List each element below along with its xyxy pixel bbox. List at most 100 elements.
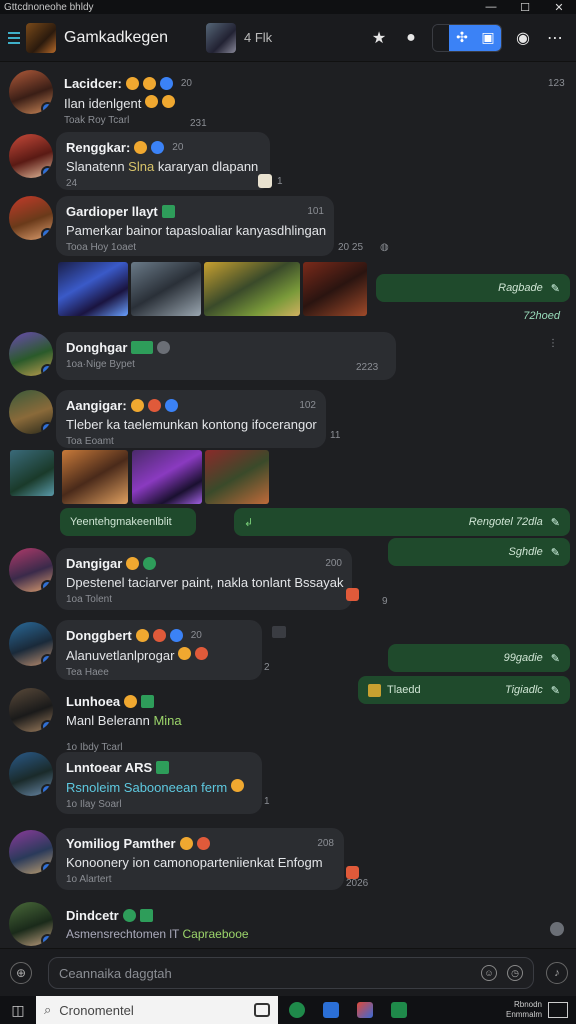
verified-badge [41,934,53,946]
role-icon [139,909,153,922]
minimize-button[interactable]: — [474,1,508,13]
taskbar-clock[interactable]: Rbnodn Enmmalm [506,1000,548,1020]
bell-icon[interactable]: ● [398,25,424,51]
outgoing-message[interactable]: ↲ Rengotel 72dla ✎ [234,508,570,536]
reaction-icon[interactable]: ◍ [380,242,389,253]
message-text: Pamerkar bainor tapasloaliar kanyasdhlin… [66,223,327,238]
author-name[interactable]: Gardioper llayt [66,204,158,219]
edit-icon[interactable]: ✎ [551,684,560,697]
scroll-to-bottom-icon[interactable] [550,922,564,936]
edit-icon[interactable]: ✎ [551,652,560,665]
author-name[interactable]: Donghgar [66,340,127,355]
edit-icon[interactable]: ✎ [551,546,560,559]
sticker-icon[interactable] [346,588,359,601]
outgoing-text: Sghdle [508,546,543,558]
emoji-picker-icon[interactable]: ☺ [481,965,497,981]
mention-icon[interactable]: ✣ [449,24,475,51]
image-icon[interactable] [272,626,286,638]
taskbar-app-editor[interactable] [316,996,346,1024]
sticker-icon[interactable] [258,174,272,188]
notification-icon[interactable] [548,1002,568,1018]
avatar[interactable] [9,830,53,874]
reply-icon[interactable]: ↲ [244,516,253,529]
image-attachment[interactable] [62,450,128,504]
guild-avatar[interactable] [26,22,56,53]
avatar[interactable] [9,688,53,732]
image-attachment[interactable] [303,262,367,316]
emoji-icon [194,647,208,660]
avatar[interactable] [9,902,53,946]
author-name[interactable]: Renggkar: [66,140,130,155]
image-attachment[interactable] [10,450,54,496]
pin-icon[interactable]: ★ [366,25,392,51]
reaction-count: 11 [330,430,341,441]
avatar[interactable] [9,390,53,434]
author-name[interactable]: Yomiliog Pamther [66,836,176,851]
author-name[interactable]: Lacidcer: [64,76,122,91]
more-icon[interactable]: ⋯ [542,25,568,51]
start-icon[interactable]: ◫ [0,996,36,1024]
channel-avatar[interactable] [206,22,236,53]
gif-icon[interactable]: ◷ [507,965,523,981]
author-name[interactable]: Aangigar: [66,398,127,413]
outgoing-tag: Tlaedd [387,684,421,696]
author-name[interactable]: Dangigar [66,556,122,571]
message-input[interactable]: Ceannaika daggtah ☺ ◷ [48,957,534,989]
taskbar-app-photos[interactable] [350,996,380,1024]
verified-badge [41,720,53,732]
message-meta: Tea Haee [66,667,109,678]
image-attachment[interactable] [204,262,300,316]
maximize-button[interactable]: ☐ [508,1,542,14]
layout-icon[interactable]: ▣ [475,24,501,51]
mic-icon[interactable]: ♪ [546,962,568,984]
search-icon[interactable]: ◉ [510,25,536,51]
attach-icon[interactable]: ⊕ [10,962,32,984]
message-bubble: Aangigar: 102 Tleber ka taelemunkan konto… [56,390,326,448]
avatar[interactable] [9,548,53,592]
channel-name: 4 Flk [244,30,273,45]
message-bubble: Yomiliog Pamther 208 Konoonery ion camono… [56,828,344,890]
close-button[interactable]: ✕ [542,1,576,14]
reaction-count: 9 [382,596,388,607]
taskbar-app-sheets[interactable] [384,996,414,1024]
message-text: Konoonery ion camonoparteniienkat Enfogm [66,855,323,870]
avatar[interactable] [9,622,53,666]
author-name[interactable]: Lunhoea [66,694,120,709]
outgoing-message[interactable]: Ragbade ✎ [376,274,570,302]
avatar[interactable] [9,332,53,376]
outgoing-message[interactable]: Yeentehgmakeenlblit [60,508,196,536]
reaction-count: 2 [264,662,270,673]
more-icon[interactable]: ⋮ [548,338,558,349]
taskbar-app-chat[interactable] [282,996,312,1024]
image-attachment[interactable] [58,262,128,316]
taskbar-search-placeholder: Cronomentel [59,1002,134,1018]
role-icon [141,695,155,708]
message-meta: 1o Alartert [66,874,112,885]
menu-icon[interactable] [8,31,20,44]
image-attachment[interactable] [131,262,201,316]
view-toggle-left[interactable] [433,24,449,51]
outgoing-message[interactable]: Sghdle ✎ [388,538,570,566]
author-name[interactable]: Dindcetr [66,908,119,923]
image-attachment[interactable] [132,450,202,504]
outgoing-message[interactable]: 99gadie ✎ [388,644,570,672]
camera-icon[interactable] [254,1003,270,1017]
avatar[interactable] [9,70,53,114]
edit-icon[interactable]: ✎ [551,516,560,529]
timestamp: 2223 [356,362,379,373]
role-icon [161,205,175,218]
timestamp: 102 [299,400,316,411]
message-feed[interactable]: Lacidcer: 20 Ilan idenlgent Toak Roy Tcar… [0,62,576,948]
avatar[interactable] [9,134,53,178]
author-name[interactable]: Lnntoear ARS [66,760,152,775]
avatar[interactable] [9,196,53,240]
outgoing-message[interactable]: Tlaedd Tigiadlc ✎ [358,676,570,704]
message-meta: 1oa·Nige Bypet [66,359,135,370]
taskbar-search[interactable]: ⌕ Cronomentel [36,996,278,1024]
outgoing-message[interactable]: 72hoed [440,302,570,330]
author-name[interactable]: Donggbert [66,628,132,643]
edit-icon[interactable]: ✎ [551,282,560,295]
image-attachment[interactable] [205,450,269,504]
view-toggle[interactable]: ✣ ▣ [432,23,502,52]
avatar[interactable] [9,752,53,796]
